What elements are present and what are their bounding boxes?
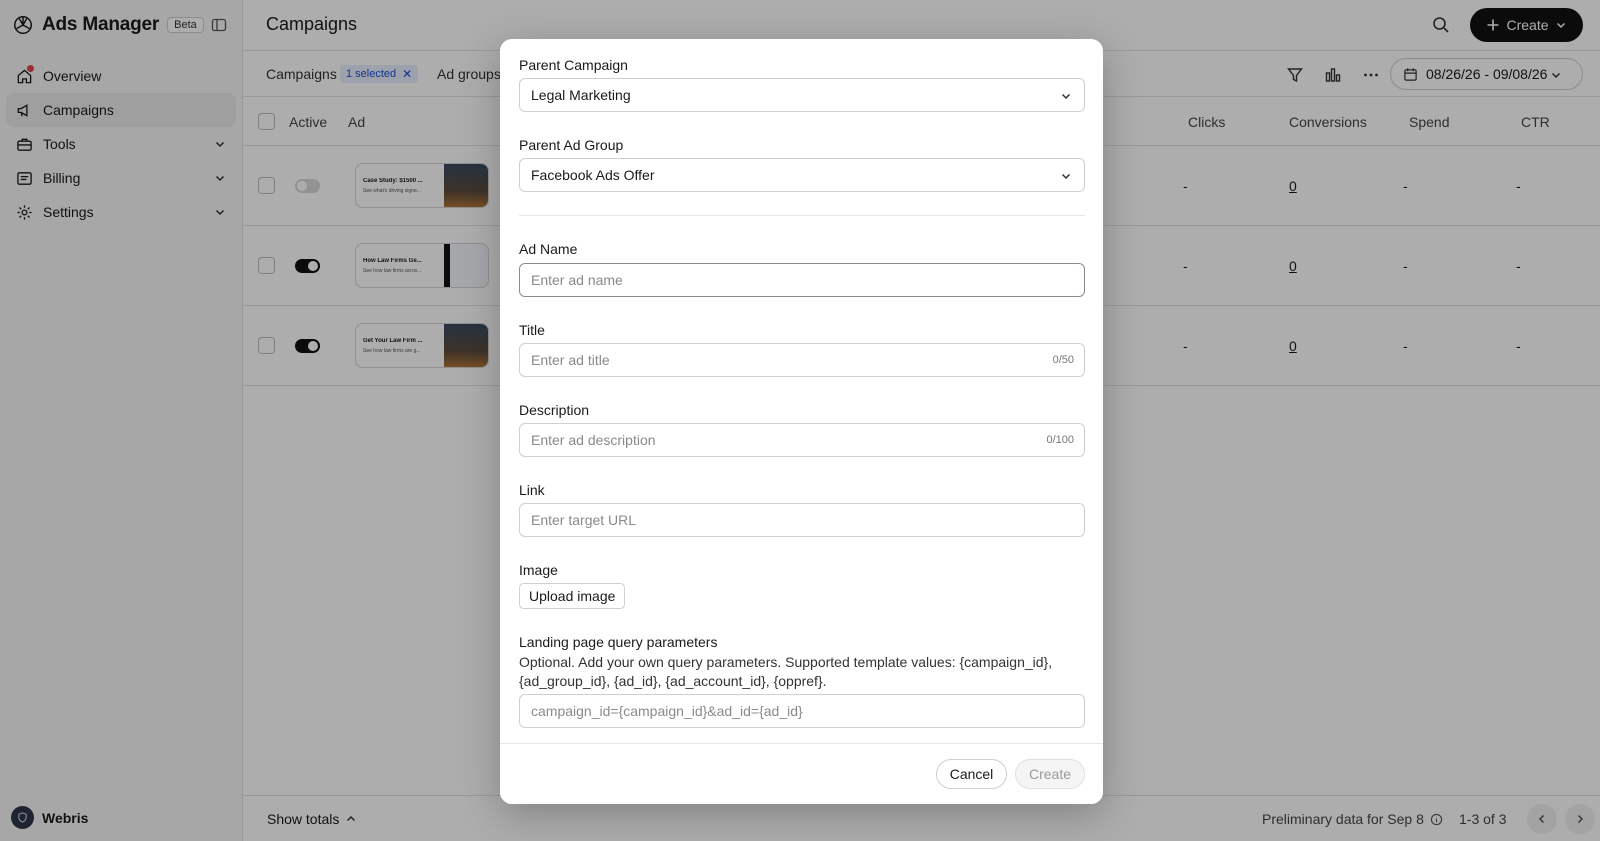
dialog-footer: Cancel Create [500, 743, 1103, 804]
parent-ad-group-value: Facebook Ads Offer [531, 167, 655, 183]
description-label: Description [519, 402, 590, 418]
title-char-counter: 0/50 [1052, 354, 1074, 366]
parent-ad-group-select[interactable]: Facebook Ads Offer [519, 158, 1085, 192]
ad-name-label: Ad Name [519, 241, 578, 257]
image-label: Image [519, 562, 558, 578]
query-params-label: Landing page query parameters [519, 634, 718, 650]
cancel-button[interactable]: Cancel [936, 759, 1007, 789]
chevron-down-icon [1061, 93, 1071, 100]
description-char-counter: 0/100 [1046, 434, 1074, 446]
title-label: Title [519, 322, 545, 338]
parent-campaign-label: Parent Campaign [519, 57, 628, 73]
parent-campaign-value: Legal Marketing [531, 87, 631, 103]
chevron-down-icon [1061, 173, 1071, 180]
upload-image-button[interactable]: Upload image [519, 583, 626, 609]
query-params-help: Optional. Add your own query parameters.… [519, 654, 1053, 689]
parent-campaign-select[interactable]: Legal Marketing [519, 78, 1085, 112]
create-ad-button[interactable]: Create [1015, 759, 1085, 789]
query-params-input[interactable] [519, 694, 1085, 728]
description-input[interactable] [519, 423, 1085, 457]
create-ad-dialog: Parent Campaign Legal Marketing Parent A… [500, 39, 1103, 804]
link-label: Link [519, 482, 545, 498]
link-input[interactable] [519, 503, 1085, 537]
title-input[interactable] [519, 343, 1085, 377]
section-divider [519, 215, 1085, 216]
parent-ad-group-label: Parent Ad Group [519, 137, 624, 153]
ad-name-input[interactable] [519, 263, 1085, 297]
